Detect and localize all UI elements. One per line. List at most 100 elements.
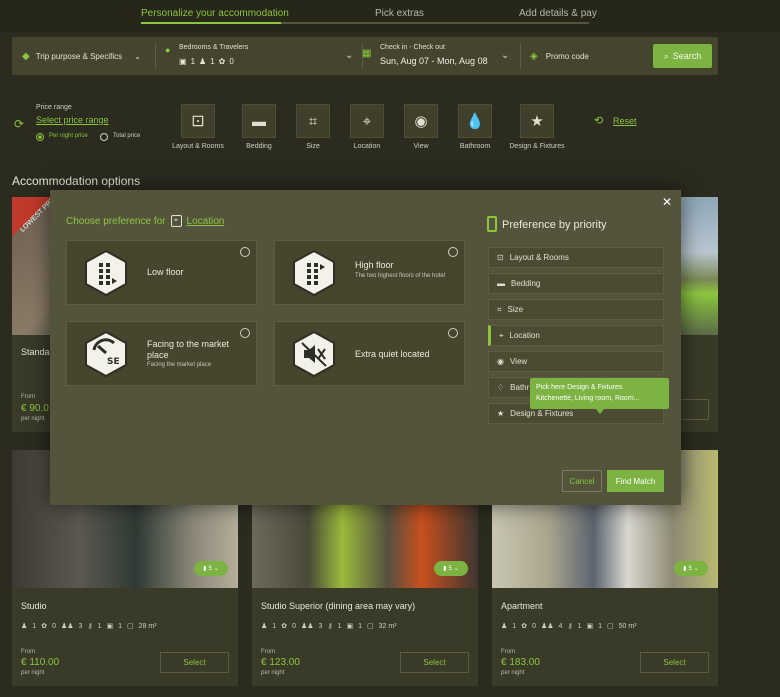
find-match-label: Find Match bbox=[615, 476, 656, 486]
filter-layout-rooms[interactable]: ⊡ Layout & Rooms bbox=[169, 104, 227, 150]
option-label: Low floor bbox=[147, 267, 184, 277]
crop-icon: ⌗ bbox=[296, 104, 330, 138]
priority-item-view[interactable]: ◉ View bbox=[488, 351, 664, 372]
card-title: Apartment bbox=[501, 601, 543, 611]
card-amenities: ♟ 1 ✿ 0 ♟♟ 3 ⚷ 1 ▣ 1 ▢ 32 m² bbox=[261, 622, 397, 631]
badge-count: 5 bbox=[448, 565, 452, 572]
step-pick-extras[interactable]: Pick extras bbox=[375, 8, 424, 19]
priority-label: Bathr bbox=[510, 383, 530, 392]
select-button[interactable]: Select bbox=[400, 652, 469, 673]
find-match-button[interactable]: Find Match bbox=[607, 470, 664, 492]
priority-item-location[interactable]: ⌖ Location bbox=[488, 325, 664, 346]
select-label: Select bbox=[423, 658, 446, 667]
step-add-details[interactable]: Add details & pay bbox=[519, 8, 597, 19]
match-badge[interactable]: ▮ 5 ⌄ bbox=[194, 561, 228, 576]
date-range-picker[interactable]: ▦ Check in - Check out Sun, Aug 07 - Mon… bbox=[362, 43, 514, 71]
lock-icon: ▮ bbox=[683, 566, 687, 572]
layout-icon: ⊡ bbox=[497, 253, 504, 262]
amenity-count: 3 bbox=[78, 622, 83, 630]
traveler-counts: ▣ 1 ♟ 1 ✿ 0 bbox=[179, 57, 234, 66]
key-icon: ⚷ bbox=[87, 623, 93, 630]
stars-icon: ★ bbox=[497, 409, 505, 418]
bed-icon: ▣ bbox=[586, 623, 594, 630]
close-icon[interactable]: ✕ bbox=[662, 195, 672, 209]
step-personalize[interactable]: Personalize your accommodation bbox=[141, 8, 289, 19]
trip-purpose-dropdown[interactable]: ◆ Trip purpose & Specifics ⌄ bbox=[22, 37, 157, 75]
pet-count: 0 bbox=[229, 57, 234, 66]
total-price-radio[interactable] bbox=[100, 133, 108, 141]
chevron-down-icon: ⌄ bbox=[693, 566, 699, 572]
section-title: Accommodation options bbox=[12, 174, 141, 188]
match-badge[interactable]: ▮ 5 ⌄ bbox=[674, 561, 708, 576]
from-label: From bbox=[261, 649, 275, 655]
option-radio[interactable] bbox=[448, 247, 458, 257]
priority-lock-icon bbox=[487, 216, 497, 232]
dates-value: Sun, Aug 07 - Mon, Aug 08 bbox=[380, 56, 488, 66]
bedrooms-travelers-dropdown[interactable]: ● Bedrooms & Travelers ▣ 1 ♟ 1 ✿ 0 ⌄ bbox=[165, 43, 355, 71]
amenity-count: 0 bbox=[532, 622, 536, 630]
option-facing-market[interactable]: SE Facing to the market place Facing the… bbox=[66, 321, 257, 386]
search-button[interactable]: ⌕ Search bbox=[653, 44, 712, 68]
filter-bedding[interactable]: ▬ Bedding bbox=[230, 104, 288, 150]
choose-preference-heading: Choose preference for ⌖ Location bbox=[66, 215, 224, 227]
eye-icon: ◉ bbox=[404, 104, 438, 138]
reset-link[interactable]: Reset bbox=[613, 116, 637, 126]
option-radio[interactable] bbox=[240, 247, 250, 257]
bed-icon: ▣ bbox=[106, 623, 114, 630]
bed-icon: ▣ bbox=[179, 57, 187, 66]
cancel-button[interactable]: Cancel bbox=[562, 470, 602, 492]
filter-view[interactable]: ◉ View bbox=[392, 104, 450, 150]
priority-item-size[interactable]: ⌗ Size bbox=[488, 299, 664, 320]
filter-label: Size bbox=[306, 143, 320, 150]
pet-icon: ✿ bbox=[281, 623, 288, 630]
filter-label: Location bbox=[353, 143, 381, 150]
promo-code-placeholder: Promo code bbox=[545, 51, 589, 61]
divider bbox=[155, 43, 156, 69]
key-icon: ⚷ bbox=[327, 623, 333, 630]
bedroom-count: 1 bbox=[190, 57, 196, 66]
priority-item-bedding[interactable]: ▬ Bedding bbox=[488, 273, 664, 294]
select-button[interactable]: Select bbox=[640, 652, 709, 673]
choose-preference-target[interactable]: Location bbox=[187, 216, 225, 227]
filter-location[interactable]: ⌖ Location bbox=[338, 104, 396, 150]
filter-bathroom[interactable]: 💧 Bathroom bbox=[446, 104, 504, 150]
calendar-icon: ▦ bbox=[362, 48, 372, 59]
size-icon: ▢ bbox=[127, 623, 134, 630]
per-night-radio[interactable] bbox=[36, 133, 44, 141]
filter-design-fixtures[interactable]: ★ Design & Fixtures bbox=[508, 104, 566, 150]
promo-code-field[interactable]: ◈ Promo code bbox=[530, 37, 640, 75]
amenity-count: 1 bbox=[118, 622, 123, 630]
pet-icon: ✿ bbox=[218, 57, 226, 66]
priority-label: Location bbox=[509, 331, 540, 340]
step-line-active bbox=[141, 22, 281, 24]
location-pin-icon: ⌖ bbox=[499, 330, 504, 340]
amenity-count: 1 bbox=[32, 622, 37, 630]
people-icon: ♟ bbox=[261, 623, 268, 630]
filter-label: Bathroom bbox=[459, 143, 491, 150]
option-radio[interactable] bbox=[240, 328, 250, 338]
select-price-range-link[interactable]: Select price range bbox=[36, 115, 109, 125]
stars-icon: ★ bbox=[520, 104, 554, 138]
filter-label: Bedding bbox=[246, 143, 272, 150]
tag-icon: ◆ bbox=[22, 50, 30, 62]
select-button[interactable]: Select bbox=[160, 652, 229, 673]
tooltip-title: Pick here Design & Fixtures bbox=[536, 384, 623, 391]
chevron-down-icon: ⌄ bbox=[213, 566, 219, 572]
filter-size[interactable]: ⌗ Size bbox=[284, 104, 342, 150]
priority-item-layout-rooms[interactable]: ⊡ Layout & Rooms bbox=[488, 247, 664, 268]
option-low-floor[interactable]: Low floor bbox=[66, 240, 257, 305]
option-radio[interactable] bbox=[448, 328, 458, 338]
reset-icon: ⟲ bbox=[594, 115, 604, 127]
option-extra-quiet[interactable]: Extra quiet located bbox=[274, 321, 465, 386]
chevron-down-icon: ⌄ bbox=[501, 50, 510, 61]
floor-grid-icon bbox=[85, 250, 127, 296]
pet-icon: ✿ bbox=[41, 623, 48, 630]
card-price: € 123.00 bbox=[261, 657, 300, 668]
amenity-count: 1 bbox=[512, 622, 517, 630]
price-tag-icon: ⟳ bbox=[14, 117, 25, 131]
priority-label: Size bbox=[507, 305, 524, 314]
divider bbox=[520, 43, 521, 69]
filter-label: Design & Fixtures bbox=[509, 143, 565, 150]
option-high-floor[interactable]: High floor The two highest floors of the… bbox=[274, 240, 465, 305]
match-badge[interactable]: ▮ 5 ⌄ bbox=[434, 561, 468, 576]
